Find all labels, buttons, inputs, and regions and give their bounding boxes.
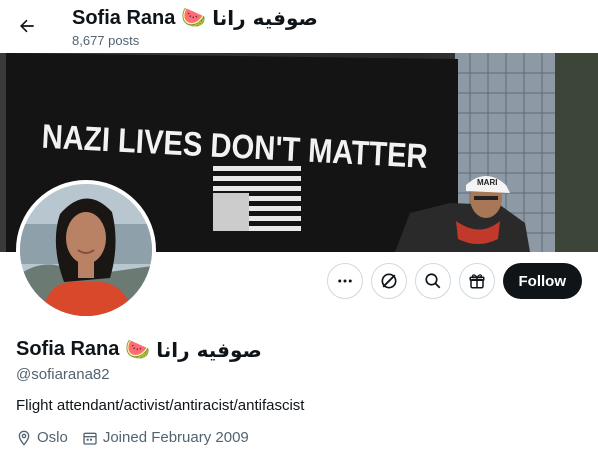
grok-icon xyxy=(381,273,396,289)
profile-name: Sofia Rana 🍉 صوفيه رانا xyxy=(16,337,262,362)
profile-handle: @sofiarana82 xyxy=(16,366,110,383)
search-button[interactable] xyxy=(414,263,451,299)
post-count: 8,677 posts xyxy=(72,33,140,48)
joined-item: Joined February 2009 xyxy=(82,429,249,446)
gift-icon xyxy=(469,274,484,289)
profile-meta: Oslo Joined February 2009 xyxy=(16,429,249,446)
more-button[interactable] xyxy=(326,263,363,299)
location-text: Oslo xyxy=(37,429,68,446)
watermelon-icon: 🍉 xyxy=(125,339,151,361)
grok-button[interactable] xyxy=(370,263,407,299)
more-icon xyxy=(337,279,352,283)
profile-bio: Flight attendant/activist/antiracist/ant… xyxy=(16,397,305,414)
profile-display-name: Sofia Rana xyxy=(16,338,120,360)
banner-cap-text: MARI xyxy=(477,178,497,187)
arrow-left-icon xyxy=(20,19,34,33)
back-button[interactable] xyxy=(10,9,44,43)
location-pin-icon xyxy=(18,430,30,446)
joined-text: Joined February 2009 xyxy=(102,429,249,446)
watermelon-icon: 🍉 xyxy=(181,7,207,29)
calendar-icon xyxy=(83,432,97,445)
gift-button[interactable] xyxy=(458,263,495,299)
header-display-name: Sofia Rana xyxy=(72,7,176,29)
avatar-image xyxy=(20,184,152,316)
avatar[interactable] xyxy=(16,180,156,320)
search-icon xyxy=(424,273,440,289)
profile-arabic-name: صوفيه رانا xyxy=(156,337,262,362)
header-title: Sofia Rana 🍉 صوفيه رانا xyxy=(72,6,318,30)
header-arabic-name: صوفيه رانا xyxy=(212,6,318,30)
profile-actions: Follow xyxy=(326,263,582,299)
location-item: Oslo xyxy=(16,429,68,446)
follow-button[interactable]: Follow xyxy=(502,263,582,299)
profile-header: Sofia Rana 🍉 صوفيه رانا 8,677 posts xyxy=(0,0,598,53)
